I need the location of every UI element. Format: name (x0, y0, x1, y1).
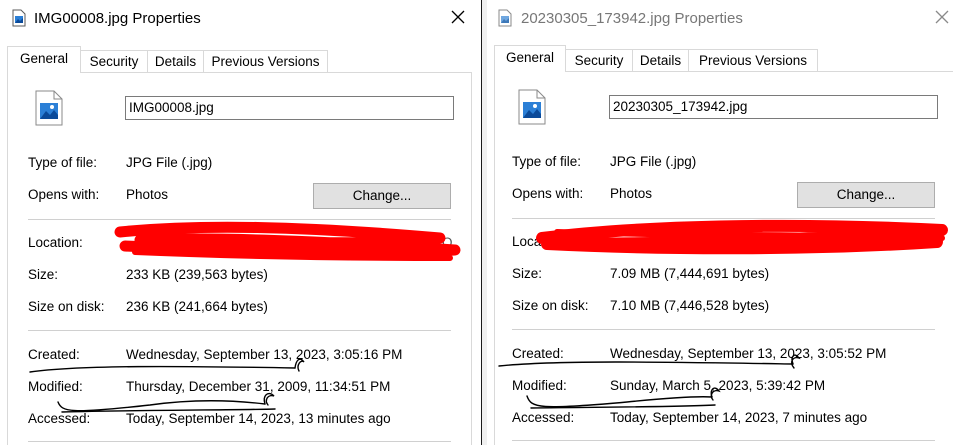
separator (28, 441, 451, 442)
type-label: Type of file: (512, 154, 582, 169)
change-button[interactable]: Change... (313, 183, 451, 209)
tab-strip: General Security Details Previous Versio… (7, 46, 481, 73)
properties-dialog-right: 20230305_173942.jpg Properties General S… (487, 0, 953, 445)
title-bar[interactable]: 20230305_173942.jpg Properties (487, 0, 953, 38)
change-button[interactable]: Change... (797, 182, 935, 208)
location-label: Location: (28, 235, 83, 250)
photo-file-icon (518, 89, 546, 125)
size-value: 7.09 MB (7,444,691 bytes) (610, 266, 770, 281)
title-bar[interactable]: IMG00008.jpg Properties (0, 0, 481, 38)
window-title: 20230305_173942.jpg Properties (521, 10, 743, 27)
tab-previous-versions[interactable]: Previous Versions (203, 50, 328, 72)
tab-details[interactable]: Details (147, 50, 204, 72)
separator (512, 440, 935, 441)
tab-general[interactable]: General (494, 45, 566, 72)
tab-security[interactable]: Security (565, 49, 633, 71)
size-label: Size: (28, 267, 59, 282)
properties-dialog-left: IMG00008.jpg Properties General Security… (0, 0, 481, 445)
filename-field[interactable]: 20230305_173942.jpg (609, 95, 938, 119)
created-value: Wednesday, September 13, 2023, 3:05:16 P… (126, 347, 403, 362)
size-on-disk-value: 236 KB (241,664 bytes) (126, 299, 268, 314)
size-on-disk-label: Size on disk: (28, 299, 105, 314)
type-value: JPG File (.jpg) (126, 155, 213, 170)
size-value: 233 KB (239,563 bytes) (126, 267, 268, 282)
size-on-disk-label: Size on disk: (512, 298, 589, 313)
modified-value: Sunday, March 5, 2023, 5:39:42 PM (610, 378, 826, 393)
type-label: Type of file: (28, 155, 98, 170)
opens-with-label: Opens with: (28, 187, 100, 202)
type-value: JPG File (.jpg) (610, 154, 697, 169)
image-file-icon (12, 9, 26, 27)
accessed-label: Accessed: (28, 411, 91, 426)
tab-security[interactable]: Security (80, 50, 148, 72)
opens-with-value: Photos (610, 186, 653, 201)
accessed-value: Today, September 14, 2023, 7 minutes ago (610, 410, 868, 425)
tab-details[interactable]: Details (632, 49, 689, 71)
opens-with-value: Photos (126, 187, 169, 202)
location-label: Locatio (512, 234, 556, 249)
created-label: Created: (512, 346, 564, 361)
modified-label: Modified: (512, 378, 567, 393)
location-value-visible-fragment: O (442, 235, 453, 250)
image-file-icon (498, 9, 512, 27)
photo-file-icon (35, 90, 63, 126)
created-label: Created: (28, 347, 80, 362)
filename-field[interactable]: IMG00008.jpg (125, 96, 454, 120)
separator (28, 219, 451, 220)
close-icon[interactable] (449, 8, 467, 26)
modified-value: Thursday, December 31, 2009, 11:34:51 PM (126, 379, 391, 394)
separator (512, 218, 935, 219)
accessed-value: Today, September 14, 2023, 13 minutes ag… (126, 411, 391, 426)
accessed-label: Accessed: (512, 410, 575, 425)
tab-general[interactable]: General (7, 46, 81, 73)
window-title: IMG00008.jpg Properties (34, 10, 201, 27)
opens-with-label: Opens with: (512, 186, 584, 201)
modified-label: Modified: (28, 379, 83, 394)
tab-previous-versions[interactable]: Previous Versions (688, 49, 818, 71)
separator (512, 329, 935, 330)
separator (28, 330, 451, 331)
close-icon[interactable] (933, 8, 951, 26)
tab-strip: General Security Details Previous Versio… (494, 45, 953, 72)
size-on-disk-value: 7.10 MB (7,446,528 bytes) (610, 298, 770, 313)
size-label: Size: (512, 266, 543, 281)
created-value: Wednesday, September 13, 2023, 3:05:52 P… (610, 346, 887, 361)
